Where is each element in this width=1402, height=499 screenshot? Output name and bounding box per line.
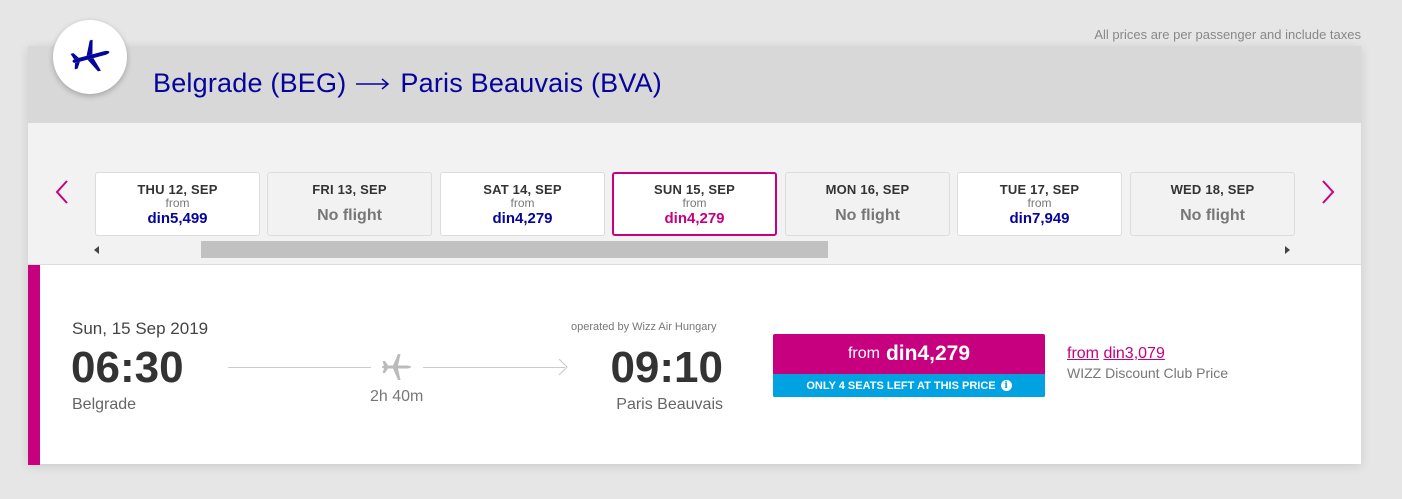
date-card-fri-13: FRI 13, SEP No flight — [267, 172, 432, 236]
date-price: din4,279 — [492, 210, 553, 227]
fare-price: from din4,279 — [773, 334, 1045, 374]
chevron-right-icon[interactable] — [1318, 178, 1338, 206]
date-from-label: from — [1027, 196, 1052, 210]
price-disclaimer: All prices are per passenger and include… — [1094, 27, 1361, 42]
selected-accent-bar — [28, 265, 40, 465]
club-price-label: WIZZ Discount Club Price — [1067, 365, 1229, 381]
horizontal-scrollbar[interactable] — [94, 241, 1294, 261]
date-label: TUE 17, SEP — [999, 182, 1080, 197]
seats-left-banner: ONLY 4 SEATS LEFT AT THIS PRICE i — [773, 374, 1045, 397]
departure-city: Belgrade — [72, 396, 137, 413]
no-flight-label: No flight — [835, 207, 900, 224]
route-header: Belgrade (BEG) Paris Beauvais (BVA) — [28, 20, 1361, 123]
date-label: THU 12, SEP — [137, 182, 218, 197]
no-flight-label: No flight — [317, 207, 382, 224]
operator-label: operated by Wizz Air Hungary — [571, 321, 717, 333]
date-label: SUN 15, SEP — [654, 182, 735, 197]
route-title: Belgrade (BEG) Paris Beauvais (BVA) — [153, 68, 662, 99]
arrival-city: Paris Beauvais — [616, 396, 723, 413]
flight-date: Sun, 15 Sep 2019 — [72, 319, 209, 338]
date-label: FRI 13, SEP — [312, 182, 387, 197]
discount-club-price: from din3,079 WIZZ Discount Club Price — [1067, 345, 1228, 381]
arrow-right-icon — [557, 358, 569, 381]
plane-icon — [380, 351, 412, 388]
departure-time: 06:30 — [71, 343, 184, 392]
fare-price-value: din4,279 — [885, 342, 971, 365]
origin-label: Belgrade (BEG) — [153, 68, 347, 98]
no-flight-label: No flight — [1180, 207, 1245, 224]
arrival-time: 09:10 — [610, 343, 723, 392]
fare-from-label: from — [847, 345, 880, 362]
club-from-link[interactable]: from — [1067, 345, 1099, 362]
date-label: SAT 14, SEP — [483, 182, 562, 197]
chevron-left-icon[interactable] — [52, 178, 72, 206]
select-fare-button[interactable]: from din4,279 ONLY 4 SEATS LEFT AT THIS … — [773, 334, 1045, 397]
plane-badge — [53, 20, 127, 94]
date-label: MON 16, SEP — [825, 182, 910, 197]
scrollbar-thumb[interactable] — [201, 241, 828, 258]
scroll-left-arrow-icon[interactable] — [94, 246, 99, 254]
date-card-sun-15-selected[interactable]: SUN 15, SEP from din4,279 — [612, 172, 777, 236]
date-price: din4,279 — [664, 210, 725, 227]
date-price: din7,949 — [1009, 210, 1070, 227]
plane-icon — [70, 39, 110, 72]
destination-label: Paris Beauvais (BVA) — [400, 68, 662, 98]
flight-duration: 2h 40m — [370, 388, 424, 405]
date-card-sat-14[interactable]: SAT 14, SEP from din4,279 — [440, 172, 605, 236]
arrow-right-icon — [356, 77, 390, 90]
date-card-tue-17[interactable]: TUE 17, SEP from din7,949 — [957, 172, 1122, 236]
route-line-right — [423, 367, 565, 368]
date-carousel: THU 12, SEP from din5,499 FRI 13, SEP No… — [28, 123, 1361, 263]
date-label: WED 18, SEP — [1170, 182, 1255, 197]
date-price: din5,499 — [147, 210, 208, 227]
club-price-link[interactable]: din3,079 — [1103, 345, 1164, 362]
date-from-label: from — [510, 196, 535, 210]
date-from-label: from — [682, 196, 707, 210]
date-card-mon-16: MON 16, SEP No flight — [785, 172, 950, 236]
flight-selection-card: Belgrade (BEG) Paris Beauvais (BVA) THU … — [28, 20, 1361, 465]
info-icon[interactable]: i — [1000, 380, 1012, 391]
scroll-right-arrow-icon[interactable] — [1285, 246, 1290, 254]
flight-details-panel: Sun, 15 Sep 2019 06:30 Belgrade 2h 40m o… — [28, 264, 1361, 465]
date-from-label: from — [165, 196, 190, 210]
seats-left-text: ONLY 4 SEATS LEFT AT THIS PRICE — [806, 379, 996, 392]
date-card-wed-18: WED 18, SEP No flight — [1130, 172, 1295, 236]
date-card-thu-12[interactable]: THU 12, SEP from din5,499 — [95, 172, 260, 236]
route-line-left — [228, 367, 371, 368]
